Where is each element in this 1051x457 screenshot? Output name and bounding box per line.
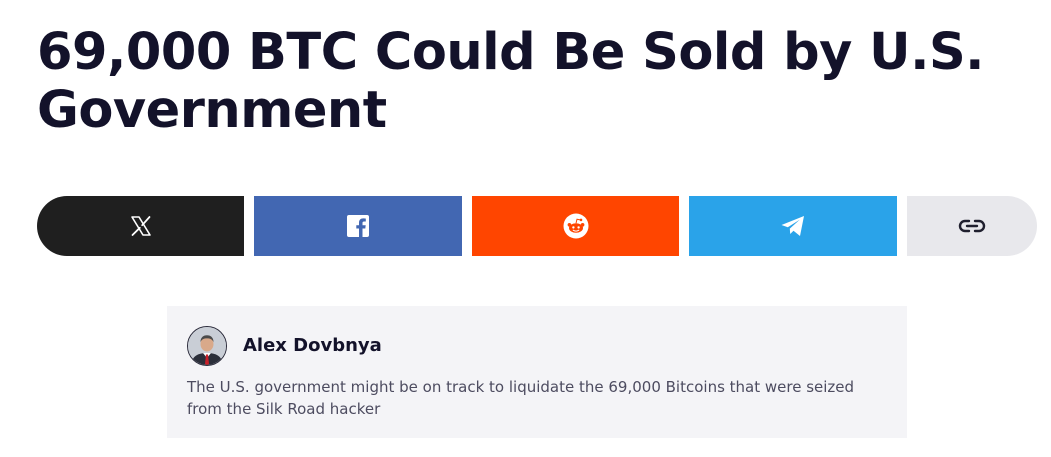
author-name[interactable]: Alex Dovbnya [243,334,382,358]
telegram-icon [780,214,806,238]
facebook-icon [346,214,370,238]
article-summary: The U.S. government might be on track to… [187,378,855,418]
reddit-icon [563,213,589,239]
x-logo-icon [129,214,153,238]
article-title: 69,000 BTC Could Be Sold by U.S. Governm… [37,23,985,140]
share-reddit-button[interactable] [472,196,679,256]
avatar[interactable] [187,326,227,366]
author-card: Alex Dovbnya The U.S. government might b… [167,306,907,438]
copy-link-button[interactable] [907,196,1037,256]
share-bar [37,196,1037,256]
link-icon [958,218,986,234]
share-facebook-button[interactable] [254,196,462,256]
share-x-button[interactable] [37,196,244,256]
share-telegram-button[interactable] [689,196,897,256]
